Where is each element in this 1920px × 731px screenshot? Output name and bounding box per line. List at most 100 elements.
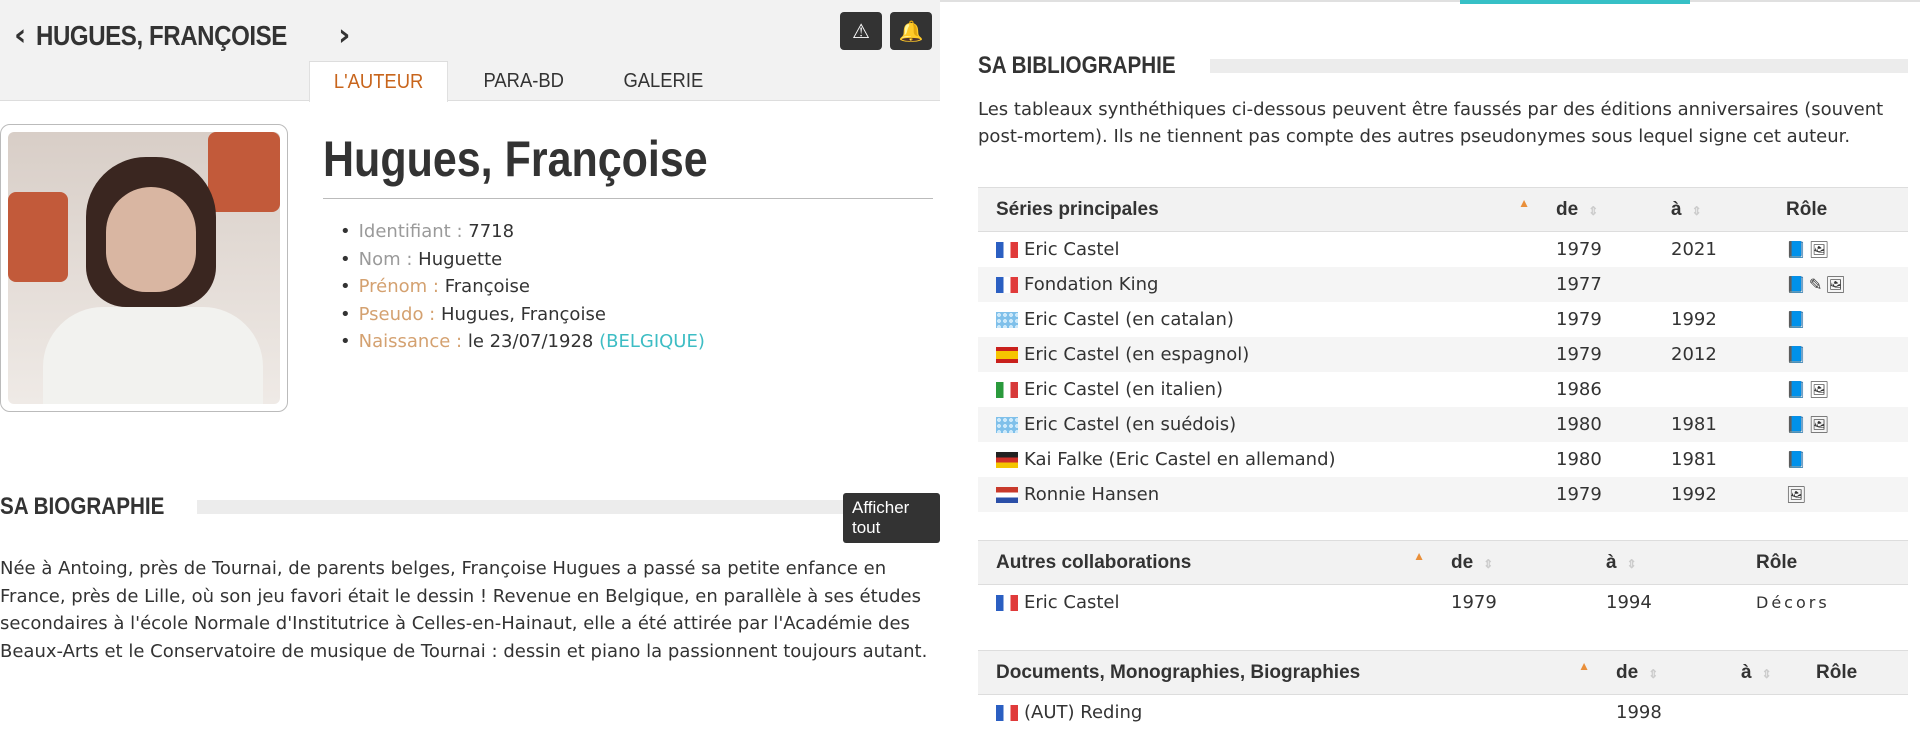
flag-icon [996, 451, 1018, 468]
series-cell[interactable]: (AUT) Reding [978, 695, 1598, 730]
series-name[interactable]: Ronnie Hansen [1024, 484, 1159, 505]
series-name[interactable]: Eric Castel (en catalan) [1024, 309, 1234, 330]
flag-icon [996, 486, 1018, 503]
flag-icon [996, 594, 1018, 611]
series-cell[interactable]: Eric Castel [978, 232, 1538, 267]
fact-prenom: Prénom : Françoise [340, 273, 705, 301]
col-to[interactable]: à ⇕ [1653, 187, 1768, 232]
col-from[interactable]: de ⇕ [1538, 187, 1653, 232]
table-row: Eric Castel 1979 1994 Décors [978, 585, 1908, 620]
fact-naissance: Naissance : le 23/07/1928 (BELGIQUE) [340, 328, 705, 356]
table-row: (AUT) Reding 1998 [978, 695, 1908, 730]
table-row: Eric Castel (en suédois) 1980 1981 📘🖼 [978, 406, 1908, 442]
table-row: Eric Castel (en italien) 1986 📘🖼 [978, 372, 1908, 407]
show-all-button[interactable]: Afficher tout [843, 493, 940, 543]
biography-text: Née à Antoing, près de Tournai, de paren… [0, 558, 928, 662]
flag-icon [996, 346, 1018, 363]
from-year: 1979 [1556, 238, 1602, 260]
author-facts: Identifiant : 7718 Nom : Huguette Prénom… [340, 218, 705, 356]
from-year: 1979 [1556, 308, 1602, 330]
divider [323, 198, 933, 199]
from-year: 1979 [1538, 476, 1653, 512]
fact-identifiant: Identifiant : 7718 [340, 218, 705, 246]
col-docs[interactable]: Documents, Monographies, Biographies ▲ [978, 650, 1598, 695]
title-row: ‹ HUGUES, FRANÇOISE › [14, 14, 351, 58]
chevron-left-icon[interactable]: ‹ [14, 21, 26, 51]
role-icons: 📘🖼 [1786, 379, 1833, 399]
flag-icon [996, 276, 1018, 293]
series-cell[interactable]: Eric Castel (en italien) [978, 372, 1538, 407]
series-cell[interactable]: Fondation King [978, 266, 1538, 302]
series-name[interactable]: Kai Falke (Eric Castel en allemand) [1024, 449, 1336, 470]
country-link[interactable]: (BELGIQUE) [599, 331, 705, 352]
table-row: Eric Castel 1979 2021 📘🖼 [978, 232, 1908, 267]
col-role[interactable]: Rôle [1798, 650, 1908, 695]
from-year: 1977 [1538, 266, 1653, 302]
from-year: 1986 [1556, 378, 1602, 400]
tab-para-bd[interactable]: PARA-BD [460, 61, 588, 101]
series-name[interactable]: Eric Castel (en espagnol) [1024, 344, 1249, 365]
from-year: 1998 [1616, 701, 1662, 723]
col-series[interactable]: Séries principales ▲ [978, 187, 1538, 232]
series-cell[interactable]: Eric Castel (en espagnol) [978, 336, 1538, 372]
role-icons: 📘🖼 [1768, 406, 1908, 442]
from-year: 1980 [1538, 406, 1653, 442]
series-name[interactable]: Eric Castel (en italien) [1024, 379, 1223, 400]
table-row: Eric Castel (en espagnol) 1979 2012 📘 [978, 336, 1908, 372]
series-name[interactable]: Eric Castel [1024, 592, 1120, 613]
bibliography-panel: SA BIBLIOGRAPHIE Les tableaux synthéthiq… [940, 0, 1920, 731]
series-cell[interactable]: Ronnie Hansen [978, 476, 1538, 512]
tab-auteur[interactable]: L'AUTEUR [309, 61, 449, 102]
col-from[interactable]: de ⇕ [1433, 540, 1588, 585]
flag-icon [996, 381, 1018, 398]
role-icons: 📘 [1768, 336, 1908, 372]
to-year [1653, 266, 1768, 302]
fact-pseudo: Pseudo : Hugues, Françoise [340, 301, 705, 329]
bibliography-header: SA BIBLIOGRAPHIE [978, 52, 1908, 80]
bell-icon[interactable]: 🔔 [890, 12, 932, 50]
to-year: 1992 [1671, 308, 1717, 330]
series-cell[interactable]: Eric Castel (en suédois) [978, 406, 1538, 442]
col-role[interactable]: Rôle [1768, 187, 1908, 232]
to-year: 2012 [1653, 336, 1768, 372]
flag-icon [996, 311, 1018, 328]
col-role[interactable]: Rôle [1738, 540, 1908, 585]
col-to[interactable]: à ⇕ [1723, 650, 1798, 695]
to-year: 1992 [1653, 476, 1768, 512]
series-cell[interactable]: Kai Falke (Eric Castel en allemand) [978, 442, 1538, 477]
to-year [1653, 372, 1768, 407]
role-icons: 📘✎🖼 [1768, 266, 1908, 302]
from-year: 1979 [1451, 591, 1497, 613]
col-from[interactable]: de ⇕ [1598, 650, 1723, 695]
to-year: 1981 [1653, 406, 1768, 442]
col-to[interactable]: à ⇕ [1588, 540, 1738, 585]
from-year: 1980 [1556, 448, 1602, 470]
table-row: Kai Falke (Eric Castel en allemand) 1980 1… [978, 442, 1908, 477]
series-name[interactable]: Eric Castel (en suédois) [1024, 414, 1236, 435]
to-year: 1981 [1671, 448, 1717, 470]
series-cell[interactable]: Eric Castel [978, 585, 1433, 620]
table-row: Eric Castel (en catalan) 1979 1992 📘 [978, 302, 1908, 337]
role-icons: 🖼 [1768, 476, 1908, 512]
role-icons [1798, 695, 1908, 730]
table-row: Fondation King 1977 📘✎🖼 [978, 266, 1908, 302]
series-cell[interactable]: Eric Castel (en catalan) [978, 302, 1538, 337]
warning-icon[interactable]: ⚠ [840, 12, 882, 50]
page-title: HUGUES, FRANÇOISE [36, 20, 288, 51]
series-name[interactable]: Eric Castel [1024, 239, 1120, 260]
bibliography-disclaimer: Les tableaux synthéthiques ci-dessous pe… [978, 99, 1884, 147]
main-series-table: Séries principales ▲ de ⇕ à ⇕ Rôle Eric Cas… [978, 187, 1908, 512]
series-name[interactable]: Fondation King [1024, 274, 1158, 295]
biography-header: SA BIOGRAPHIE [0, 493, 940, 521]
to-year: 2021 [1671, 238, 1717, 260]
to-year: 1994 [1606, 591, 1652, 613]
tab-galerie[interactable]: GALERIE [599, 61, 727, 101]
role-icons: Décors [1756, 592, 1830, 612]
role-icons: 📘🖼 [1786, 239, 1833, 259]
series-name[interactable]: (AUT) Reding [1024, 702, 1142, 723]
to-year [1723, 695, 1798, 730]
col-collabs[interactable]: Autres collaborations ▲ [978, 540, 1433, 585]
flag-icon [996, 241, 1018, 258]
collabs-table: Autres collaborations ▲ de ⇕ à ⇕ Rôle Eric … [978, 540, 1908, 620]
chevron-right-icon[interactable]: › [338, 21, 350, 51]
